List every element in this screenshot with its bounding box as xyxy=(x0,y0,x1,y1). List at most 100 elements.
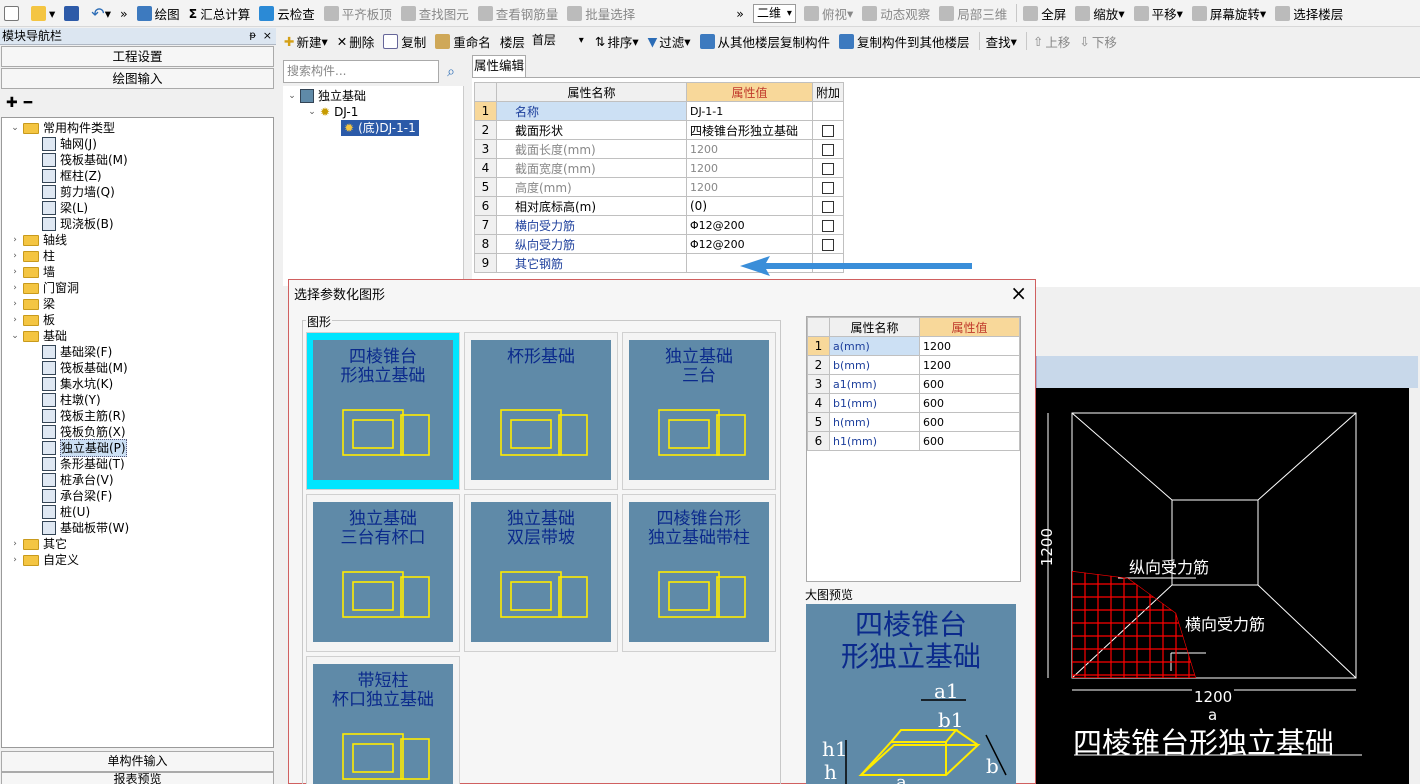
nav-tree-item[interactable]: 轴网(J) xyxy=(42,136,97,152)
nav-tree-item[interactable]: 独立基础(P) xyxy=(42,439,127,457)
shape-option[interactable]: 杯形基础 xyxy=(464,332,618,490)
open-file-icon[interactable]: ▾ xyxy=(31,5,55,21)
search-input[interactable]: 搜索构件... xyxy=(283,60,439,83)
batch-select-button[interactable]: 批量选择 xyxy=(567,4,635,23)
collapse-icon[interactable]: ⌄ xyxy=(10,120,20,136)
expand-icon[interactable]: › xyxy=(10,264,20,280)
expand-icon[interactable]: › xyxy=(10,536,20,552)
copy-from-floor-button[interactable]: 从其他楼层复制构件 xyxy=(699,32,830,51)
save-icon[interactable] xyxy=(64,5,82,21)
extra-checkbox[interactable] xyxy=(822,143,834,156)
property-value[interactable]: (0) xyxy=(686,196,813,216)
nav-tree-item[interactable]: ⌄ 常用构件类型 xyxy=(10,120,115,136)
param-value[interactable]: 1200 xyxy=(919,355,1020,375)
extra-checkbox[interactable] xyxy=(822,124,834,137)
nav-tree-item[interactable]: 梁(L) xyxy=(42,200,88,216)
param-row[interactable]: 4 b1(mm) 600 xyxy=(807,393,1020,413)
param-value[interactable]: 600 xyxy=(919,431,1020,451)
shape-option[interactable]: 独立基础 三台 xyxy=(622,332,776,490)
copy-button[interactable]: 复制 xyxy=(383,32,426,51)
top-view-button[interactable]: 俯视 ▾ xyxy=(803,4,853,23)
undo-icon[interactable]: ↶ ▾ xyxy=(91,4,111,23)
nav-tree-item[interactable]: 筏板主筋(R) xyxy=(42,408,126,424)
draw-button[interactable]: 绘图 xyxy=(136,4,180,23)
expand-icon[interactable]: › xyxy=(10,280,20,296)
property-row[interactable]: 7 横向受力筋 Φ12@200 xyxy=(474,215,845,235)
nav-tree-item[interactable]: 筏板基础(M) xyxy=(42,152,128,168)
nav-tree-item[interactable]: 集水坑(K) xyxy=(42,376,113,392)
tree-root[interactable]: ⌄ 独立基础 xyxy=(287,88,366,104)
local-3d-button[interactable]: 局部三维 xyxy=(939,4,1007,23)
zoom-button[interactable]: 缩放 ▾ xyxy=(1075,4,1125,23)
nav-tree-item[interactable]: › 墙 xyxy=(10,264,55,280)
filter-button[interactable]: ▼ 过滤 ▾ xyxy=(648,32,691,51)
param-row[interactable]: 5 h(mm) 600 xyxy=(807,412,1020,432)
property-row[interactable]: 8 纵向受力筋 Φ12@200 xyxy=(474,234,845,254)
nav-tree-item[interactable]: › 自定义 xyxy=(10,552,79,568)
extra-checkbox[interactable] xyxy=(822,162,834,175)
property-value[interactable]: DJ-1-1 xyxy=(686,101,813,121)
overflow-icon[interactable]: » xyxy=(120,6,128,21)
nav-tree-item[interactable]: › 轴线 xyxy=(10,232,67,248)
extra-checkbox[interactable] xyxy=(822,181,834,194)
delete-button[interactable]: ✕ 删除 xyxy=(337,32,375,51)
pan-button[interactable]: 平移 ▾ xyxy=(1133,4,1183,23)
collapse-icon[interactable]: ⌄ xyxy=(307,104,317,120)
nav-tree-item[interactable]: › 柱 xyxy=(10,248,55,264)
property-value[interactable]: Φ12@200 xyxy=(686,215,813,235)
report-preview-button[interactable]: 报表预览 xyxy=(1,772,274,784)
rotate-screen-button[interactable]: 屏幕旋转 ▾ xyxy=(1191,4,1266,23)
nav-tree-item[interactable]: 基础板带(W) xyxy=(42,520,129,536)
view-rebar-button[interactable]: 查看钢筋量 xyxy=(477,4,558,23)
align-slab-top-button[interactable]: 平齐板顶 xyxy=(323,4,392,23)
nav-tree-item[interactable]: › 板 xyxy=(10,312,55,328)
nav-tree-item[interactable]: › 门窗洞 xyxy=(10,280,79,296)
nav-tree-item[interactable]: 条形基础(T) xyxy=(42,456,125,472)
extra-checkbox[interactable] xyxy=(822,200,834,213)
collapse-all-icon[interactable]: ━ xyxy=(24,95,32,111)
find-button[interactable]: 查找 ▾ xyxy=(986,32,1017,51)
dialog-close-icon[interactable]: × xyxy=(1010,281,1027,305)
property-row[interactable]: 6 相对底标高(m) (0) xyxy=(474,196,845,216)
param-row[interactable]: 3 a1(mm) 600 xyxy=(807,374,1020,394)
nav-tree-item[interactable]: 柱墩(Y) xyxy=(42,392,101,408)
move-up-button[interactable]: ⇧ 上移 xyxy=(1033,32,1071,51)
expand-icon[interactable]: › xyxy=(10,232,20,248)
copy-to-floor-button[interactable]: 复制构件到其他楼层 xyxy=(839,32,970,51)
nav-tree-item[interactable]: › 其它 xyxy=(10,536,67,552)
cloud-check-button[interactable]: 云检查 xyxy=(259,4,315,23)
project-settings-button[interactable]: 工程设置 xyxy=(1,46,274,67)
search-icon[interactable]: ⌕ xyxy=(440,60,462,83)
summary-calc-button[interactable]: Σ 汇总计算 xyxy=(189,4,251,23)
select-floor-button[interactable]: 选择楼层 xyxy=(1275,4,1343,23)
property-value[interactable]: 1200 xyxy=(686,158,813,178)
property-row[interactable]: 2 截面形状 四棱锥台形独立基础 xyxy=(474,120,845,140)
param-row[interactable]: 2 b(mm) 1200 xyxy=(807,355,1020,375)
tree-child[interactable]: ⌄ ✹ DJ-1 xyxy=(307,104,358,120)
nav-tree-item[interactable]: 现浇板(B) xyxy=(42,216,114,232)
view-mode-select[interactable]: 二维 xyxy=(752,3,796,23)
shape-option[interactable]: 四棱锥台 形独立基础 xyxy=(306,332,460,490)
expand-icon[interactable]: › xyxy=(10,552,20,568)
nav-tree-item[interactable]: 桩承台(V) xyxy=(42,472,114,488)
nav-tree-item[interactable]: › 梁 xyxy=(10,296,55,312)
drawing-input-button[interactable]: 绘图输入 xyxy=(1,68,274,89)
shape-option[interactable]: 带短柱 杯口独立基础 xyxy=(306,656,460,784)
orbit-button[interactable]: 动态观察 xyxy=(862,4,930,23)
nav-tree-item[interactable]: 桩(U) xyxy=(42,504,90,520)
property-row[interactable]: 5 高度(mm) 1200 xyxy=(474,177,845,197)
fullscreen-button[interactable]: 全屏 xyxy=(1023,4,1066,23)
param-value[interactable]: 600 xyxy=(919,374,1020,394)
param-value[interactable]: 600 xyxy=(919,412,1020,432)
property-value[interactable]: 1200 xyxy=(686,177,813,197)
rename-button[interactable]: 重命名 xyxy=(435,32,491,51)
expand-icon[interactable]: › xyxy=(10,312,20,328)
expand-all-icon[interactable]: ✚ ━ xyxy=(6,95,32,111)
param-value[interactable]: 1200 xyxy=(919,336,1020,356)
nav-tree-item[interactable]: 承台梁(F) xyxy=(42,488,112,504)
param-row[interactable]: 1 a(mm) 1200 xyxy=(807,336,1020,356)
property-row[interactable]: 3 截面长度(mm) 1200 xyxy=(474,139,845,159)
property-row[interactable]: 4 截面宽度(mm) 1200 xyxy=(474,158,845,178)
nav-tree-item[interactable]: 筏板负筋(X) xyxy=(42,424,126,440)
new-component-button[interactable]: ✚ 新建 ▾ xyxy=(284,32,328,51)
